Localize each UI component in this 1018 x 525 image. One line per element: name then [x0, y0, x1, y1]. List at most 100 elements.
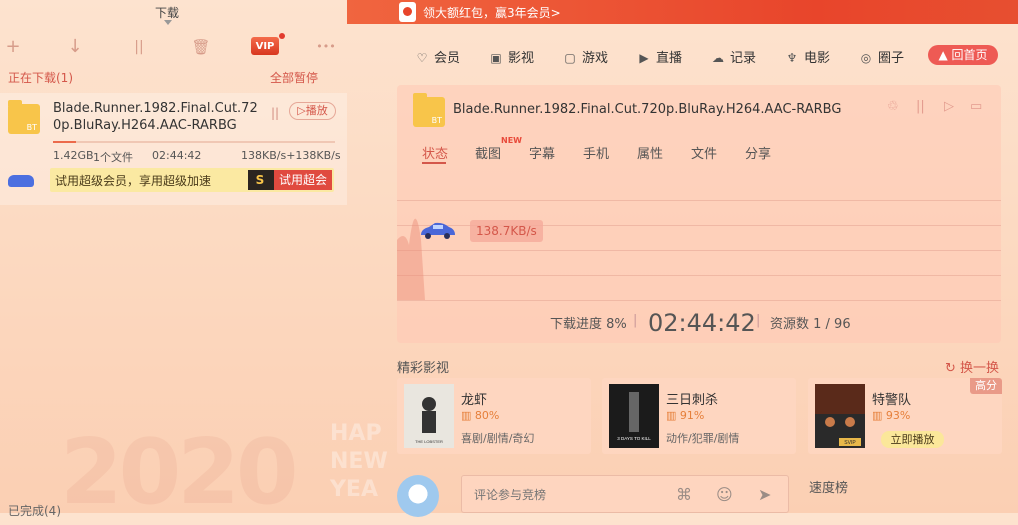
- new-year-decoration: 2020: [60, 420, 298, 525]
- speed-car-icon: [8, 175, 34, 187]
- grid-line: [397, 300, 1001, 301]
- gamepad-icon: ▢: [564, 51, 576, 65]
- movie-card[interactable]: THE LOBSTER 龙虾 ▥ 80% 喜剧/剧情/奇幻: [397, 378, 591, 454]
- movie-card[interactable]: SVIP 特警队 ▥ 93% 立即播放 高分: [808, 378, 1002, 454]
- remaining-time: 02:44:42: [648, 309, 756, 337]
- movie-title: 特警队: [872, 393, 912, 408]
- try-super-member-button[interactable]: S 试用超会: [248, 170, 332, 190]
- nav-item-live[interactable]: ▶ 直播: [637, 47, 682, 66]
- nav-item-movies[interactable]: ♆ 电影: [785, 47, 830, 66]
- task-time-left: 02:44:42: [152, 149, 202, 162]
- tab-status[interactable]: 状态: [422, 143, 448, 162]
- svg-text:3 DAYS TO KILL: 3 DAYS TO KILL: [617, 436, 651, 441]
- nav-item-member[interactable]: ♡ 会员: [415, 47, 460, 66]
- user-avatar[interactable]: [397, 475, 439, 517]
- divider: |: [633, 313, 638, 328]
- recommend-section-title: 精彩影视: [397, 361, 450, 376]
- resource-count: 资源数 1 / 96: [770, 317, 851, 332]
- super-member-promo: 试用超级会员，享用超级加速 S 试用超会: [50, 168, 334, 192]
- download-progress-label: 下载进度 8%: [550, 317, 627, 332]
- completed-section-label[interactable]: 已完成(4): [8, 502, 61, 519]
- current-speed-label: 138.7KB/s: [470, 220, 543, 242]
- movie-poster: 3 DAYS TO KILL: [609, 384, 659, 448]
- download-tab-title[interactable]: 下载: [155, 4, 179, 21]
- grid-line: [397, 250, 1001, 251]
- movie-genre: 喜剧/剧情/奇幻: [461, 432, 535, 445]
- download-task-row[interactable]: BT Blade.Runner.1982.Final.Cut.720p.BluR…: [0, 93, 347, 205]
- active-tab-indicator: [422, 162, 446, 164]
- movie-card[interactable]: 3 DAYS TO KILL 三日刺杀 ▥ 91% 动作/犯罪/剧情: [602, 378, 796, 454]
- tab-share[interactable]: 分享: [745, 143, 771, 162]
- movie-title: 龙虾: [461, 393, 488, 408]
- super-s-icon: S: [248, 170, 272, 190]
- red-packet-icon: [399, 2, 416, 22]
- nav-item-video[interactable]: ▣ 影视: [489, 47, 534, 66]
- svg-text:THE LOBSTER: THE LOBSTER: [415, 439, 443, 444]
- divider: |: [756, 313, 761, 328]
- heart-icon: ♡: [416, 51, 428, 65]
- task-file-count: 1个文件: [93, 151, 133, 164]
- nav-item-records[interactable]: ☁ 记录: [711, 47, 756, 66]
- film-icon: ▣: [490, 51, 502, 65]
- try-super-member-label: 试用超会: [274, 170, 332, 190]
- play-icon[interactable]: ▷: [944, 99, 954, 114]
- more-icon[interactable]: •••: [315, 36, 337, 58]
- comment-input[interactable]: [472, 487, 672, 503]
- emoji-icon[interactable]: ☺: [716, 485, 733, 504]
- bt-file-icon: BT: [413, 93, 445, 127]
- refresh-button[interactable]: ↻ 换一换: [945, 357, 999, 376]
- pause-icon[interactable]: ||: [128, 36, 150, 58]
- speed-curve: [397, 218, 425, 300]
- nav-item-games[interactable]: ▢ 游戏: [563, 47, 608, 66]
- movie-title: 三日刺杀: [666, 393, 719, 408]
- tab-files[interactable]: 文件: [691, 143, 717, 162]
- task-progress-bar: [53, 141, 335, 143]
- banner-text[interactable]: 领大额红包，赢3年会员>: [423, 4, 561, 21]
- download-icon[interactable]: ↓: [64, 36, 86, 58]
- movie-poster: SVIP: [815, 384, 865, 448]
- car-icon: [421, 222, 455, 239]
- vip-badge-icon[interactable]: VIP: [251, 33, 285, 55]
- download-list-panel: 2020 HAP NEW YEA 下载 + ↓ || 🗑 VIP ••• 正在下…: [0, 0, 388, 525]
- task-detail-card: BT Blade.Runner.1982.Final.Cut.720p.BluR…: [397, 85, 1001, 343]
- send-icon[interactable]: ➤: [758, 485, 771, 504]
- promo-text: 试用超级会员，享用超级加速: [55, 174, 212, 188]
- tab-screenshots[interactable]: 截图: [475, 143, 501, 162]
- nav-item-circle[interactable]: ◎ 圈子: [859, 47, 904, 66]
- task-play-button[interactable]: ▷播放: [289, 102, 336, 120]
- tab-phone[interactable]: 手机: [583, 143, 609, 162]
- mention-icon[interactable]: ⌘: [676, 485, 692, 504]
- promo-banner[interactable]: 领大额红包，赢3年会员>: [347, 0, 1018, 24]
- downloading-section-label: 正在下载(1): [8, 71, 73, 85]
- grid-line: [397, 275, 1001, 276]
- play-now-button[interactable]: 立即播放: [881, 431, 944, 448]
- task-size: 1.42GB: [53, 149, 94, 162]
- movie-genre: 动作/犯罪/剧情: [666, 432, 740, 445]
- add-task-icon[interactable]: +: [2, 36, 24, 58]
- movie-icon: ♆: [786, 51, 798, 65]
- speed-rank-title: 速度榜: [809, 481, 849, 496]
- svg-text:SVIP: SVIP: [844, 440, 856, 446]
- tab-properties[interactable]: 属性: [637, 143, 663, 162]
- task-speed: 138KB/s+138KB/s: [241, 149, 341, 162]
- movie-score: ▥ 80%: [461, 409, 500, 422]
- detail-file-name: Blade.Runner.1982.Final.Cut.720p.BluRay.…: [453, 102, 842, 117]
- speed-chart: 138.7KB/s: [397, 200, 1001, 301]
- back-home-button[interactable]: ▲ 回首页: [928, 45, 998, 65]
- live-icon: ▶: [639, 51, 649, 65]
- delete-icon[interactable]: 🗑: [190, 36, 212, 58]
- tab-subtitles[interactable]: 字幕: [529, 143, 555, 162]
- grid-line: [397, 200, 1001, 201]
- pause-all-button[interactable]: 全部暂停: [270, 69, 318, 86]
- movie-poster: THE LOBSTER: [404, 384, 454, 448]
- recycle-icon[interactable]: ♲: [887, 99, 899, 114]
- comment-box: ⌘ ☺ ➤: [461, 475, 789, 513]
- bt-file-icon: BT: [8, 100, 40, 134]
- movie-score: ▥ 91%: [666, 409, 705, 422]
- new-badge: NEW: [501, 136, 522, 145]
- pause-icon[interactable]: ||: [916, 99, 925, 114]
- screen-icon[interactable]: ▭: [970, 99, 982, 114]
- circle-icon: ◎: [860, 51, 872, 65]
- movie-score: ▥ 93%: [872, 409, 911, 422]
- task-pause-icon[interactable]: ||: [271, 106, 279, 120]
